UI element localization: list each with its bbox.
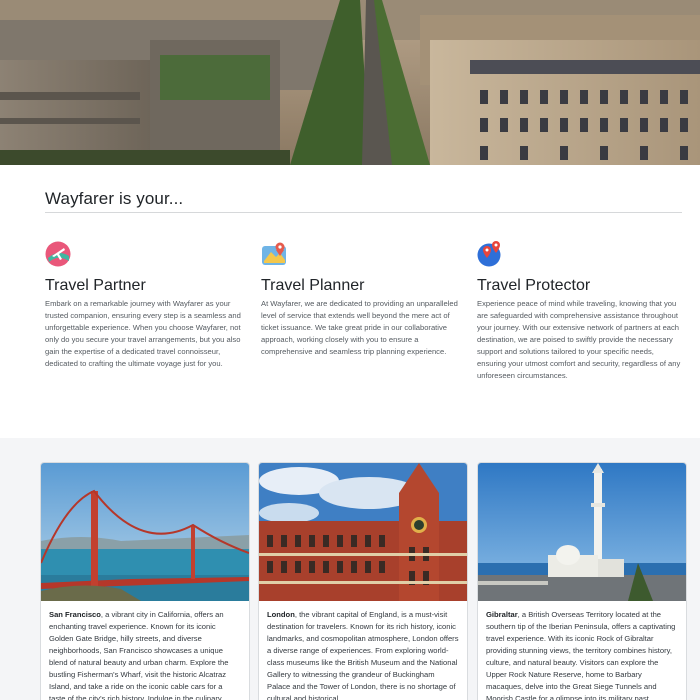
golden-gate-bridge-photo [41,463,249,601]
feature-travel-planner: Travel Planner At Wayfarer, we are dedic… [261,241,466,358]
card-body: Gibraltar, a British Overseas Territory … [478,601,686,700]
card-city: San Francisco [49,610,101,619]
card-city: London [267,610,295,619]
feature-travel-protector: Travel Protector Experience peace of min… [477,241,682,382]
card-body: London, the vibrant capital of England, … [259,601,467,700]
intro-section: Wayfarer is your... Travel Partner Embar… [0,165,700,438]
destinations-section: San Francisco, a vibrant city in Califor… [0,438,700,700]
feature-text: Experience peace of mind while traveling… [477,299,681,380]
destination-card-gibraltar[interactable]: Gibraltar, a British Overseas Territory … [477,462,687,700]
feature-title: Travel Partner [45,277,146,294]
gibraltar-mosque-photo [478,463,686,601]
destination-card-london[interactable]: London, the vibrant capital of England, … [258,462,468,700]
hero-image [0,0,700,165]
card-body: San Francisco, a vibrant city in Califor… [41,601,249,700]
feature-title: Travel Planner [261,277,365,294]
card-city: Gibraltar [486,610,518,619]
paris-street-aerial-photo [0,0,700,165]
card-text: , a British Overseas Territory located a… [486,610,676,700]
card-text: , a vibrant city in California, offers a… [49,610,229,700]
feature-travel-partner: Travel Partner Embark on a remarkable jo… [45,241,250,370]
airplane-map-icon [45,241,71,267]
st-pancras-london-photo [259,463,467,601]
section-title: Wayfarer is your... [45,189,184,208]
feature-title: Travel Protector [477,277,591,294]
map-pin-planner-icon [262,242,286,265]
divider [45,212,682,213]
destination-card-san-francisco[interactable]: San Francisco, a vibrant city in Califor… [40,462,250,700]
feature-text: At Wayfarer, we are dedicated to providi… [261,299,458,356]
location-pins-icon [477,241,501,267]
card-text: , the vibrant capital of England, is a m… [267,610,459,700]
feature-text: Embark on a remarkable journey with Wayf… [45,299,241,368]
